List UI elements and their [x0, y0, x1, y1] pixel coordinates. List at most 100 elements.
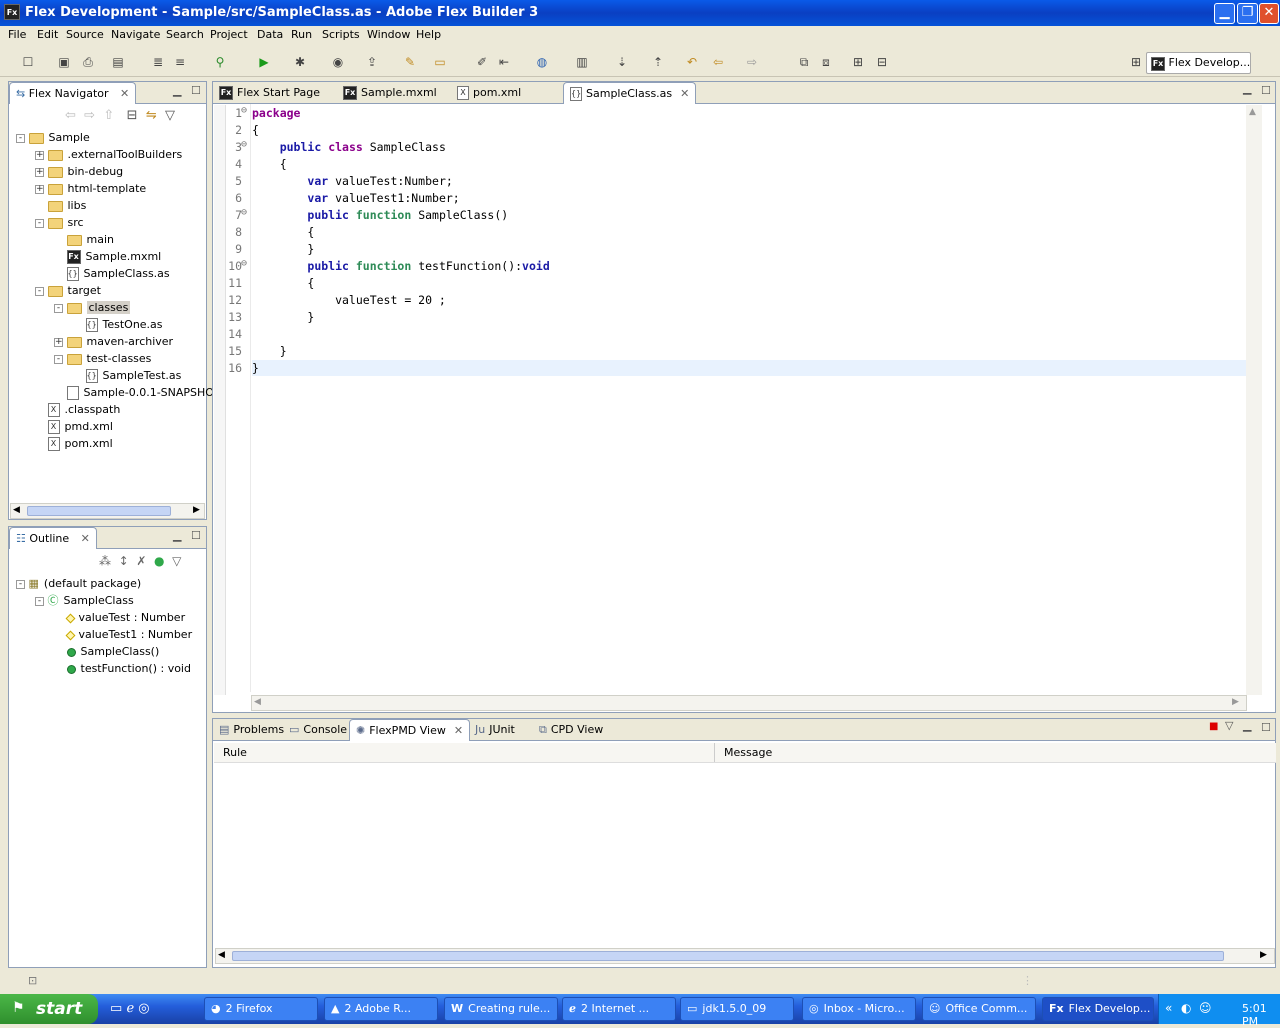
- toggle-icon[interactable]: ⧈: [818, 54, 834, 70]
- save-icon[interactable]: ▣: [56, 54, 72, 70]
- outline-item[interactable]: testFunction() : void: [54, 661, 191, 677]
- ie-icon[interactable]: ℯ: [126, 1001, 134, 1016]
- code-line[interactable]: valueTest = 20 ;: [252, 293, 446, 307]
- tray-icon[interactable]: ◐: [1181, 1001, 1191, 1015]
- tab-pom-xml[interactable]: Xpom.xml: [451, 82, 527, 104]
- scroll-up-icon[interactable]: ▲: [1249, 107, 1256, 117]
- tab-flex-navigator[interactable]: ⇆ Flex Navigator ✕: [9, 82, 137, 104]
- fold-icon[interactable]: ⊖: [241, 258, 247, 269]
- navigator-item[interactable]: - Sample: [16, 130, 90, 146]
- expand-icon[interactable]: +: [35, 150, 44, 160]
- collapse-icon[interactable]: -: [54, 303, 63, 313]
- maximize-icon[interactable]: ☐: [191, 84, 201, 97]
- collapse-icon[interactable]: -: [16, 133, 25, 143]
- app-icon[interactable]: Fx: [4, 4, 20, 20]
- navigator-item[interactable]: - classes: [54, 300, 131, 316]
- run-icon[interactable]: ▶: [256, 54, 272, 70]
- restore-button[interactable]: ❐: [1237, 3, 1258, 24]
- collapse-icon[interactable]: ⊟: [874, 54, 890, 70]
- link-icon[interactable]: ⇤: [496, 54, 512, 70]
- link-editor-icon[interactable]: ⇋: [146, 108, 157, 123]
- open-resource-icon[interactable]: ▭: [432, 54, 448, 70]
- minimize-icon[interactable]: ▁: [1243, 719, 1251, 732]
- scroll-left-icon[interactable]: ◀: [13, 505, 20, 515]
- code-line[interactable]: var valueTest:Number;: [252, 174, 452, 188]
- outline-item[interactable]: - ▦ (default package): [16, 576, 141, 592]
- taskbar-item[interactable]: Fx Flex Develop...: [1042, 997, 1154, 1021]
- navigator-item[interactable]: {} TestOne.as: [73, 317, 163, 333]
- notes-icon[interactable]: ▥: [574, 54, 590, 70]
- tab-outline[interactable]: ☷ Outline ✕: [9, 527, 97, 549]
- collapse-icon[interactable]: -: [54, 354, 63, 364]
- globe-icon[interactable]: ◍: [534, 54, 550, 70]
- scroll-thumb[interactable]: [232, 951, 1224, 961]
- navigator-hscrollbar[interactable]: ◀ ▶: [10, 503, 205, 519]
- code-line[interactable]: }: [252, 344, 287, 358]
- view-menu-icon[interactable]: ▽: [172, 554, 181, 568]
- code-line[interactable]: }: [252, 242, 314, 256]
- collapse-icon[interactable]: -: [16, 579, 25, 589]
- menu-window[interactable]: Window: [367, 28, 410, 41]
- expand-icon[interactable]: +: [35, 184, 44, 194]
- menu-project[interactable]: Project: [210, 28, 248, 41]
- scroll-right-icon[interactable]: ▶: [193, 505, 200, 515]
- up-icon[interactable]: ⇧: [103, 108, 114, 123]
- navigator-item[interactable]: - src: [35, 215, 84, 231]
- tab-sample-mxml[interactable]: Fx Sample.mxml: [337, 82, 443, 104]
- minimize-icon[interactable]: ▁: [173, 529, 181, 542]
- debug-icon[interactable]: ✱: [292, 54, 308, 70]
- scroll-right-icon[interactable]: ▶: [1232, 697, 1239, 707]
- navigator-item[interactable]: main: [54, 232, 114, 248]
- minimize-icon[interactable]: ▁: [173, 84, 181, 97]
- expand-icon[interactable]: ⊞: [850, 54, 866, 70]
- navigator-item[interactable]: Xpom.xml: [35, 436, 113, 452]
- scroll-thumb[interactable]: [27, 506, 171, 516]
- tab-sampleclass-as[interactable]: {} SampleClass.as ✕: [563, 82, 697, 104]
- expand-icon[interactable]: +: [54, 337, 63, 347]
- hide-fields-icon[interactable]: ⁂: [99, 554, 111, 568]
- forward-icon[interactable]: ⇨: [744, 54, 760, 70]
- menu-search[interactable]: Search: [166, 28, 204, 41]
- open-type-icon[interactable]: ✎: [402, 54, 418, 70]
- tab-flex-start-page[interactable]: Fx Flex Start Page: [213, 82, 326, 104]
- tab-junit[interactable]: Ju JUnit: [469, 719, 521, 741]
- close-button[interactable]: ✕: [1259, 3, 1279, 24]
- navigator-item[interactable]: {} SampleTest.as: [73, 368, 181, 384]
- navigator-item[interactable]: {} SampleClass.as: [54, 266, 170, 282]
- column-message[interactable]: Message: [724, 746, 772, 759]
- next-annotation-icon[interactable]: ⇣: [614, 54, 630, 70]
- code-line[interactable]: public class SampleClass: [252, 140, 446, 154]
- stop-icon[interactable]: ■: [1209, 721, 1218, 732]
- scroll-right-icon[interactable]: ▶: [1260, 950, 1267, 960]
- menu-source[interactable]: Source: [66, 28, 104, 41]
- taskbar-item[interactable]: W Creating rule...: [444, 997, 558, 1021]
- outline-item[interactable]: valueTest : Number: [54, 610, 185, 626]
- fast-view-icon[interactable]: ⊡: [28, 974, 37, 987]
- outdent-icon[interactable]: ≡: [172, 54, 188, 70]
- messenger-icon[interactable]: ☺: [1199, 1001, 1212, 1015]
- collapse-icon[interactable]: -: [35, 596, 44, 606]
- code-line[interactable]: public function testFunction():void: [252, 259, 549, 273]
- clock[interactable]: 5:01 PM: [1242, 1002, 1280, 1028]
- close-tab-icon[interactable]: ✕: [680, 87, 689, 100]
- new-icon[interactable]: ☐: [20, 54, 36, 70]
- code-line[interactable]: var valueTest1:Number;: [252, 191, 459, 205]
- menu-navigate[interactable]: Navigate: [111, 28, 160, 41]
- code-line[interactable]: public function SampleClass(): [252, 208, 508, 222]
- navigator-item[interactable]: - test-classes: [54, 351, 151, 367]
- code-line[interactable]: }: [252, 361, 259, 375]
- close-tab-icon[interactable]: ✕: [81, 532, 90, 545]
- navigator-item[interactable]: + maven-archiver: [54, 334, 173, 350]
- taskbar-item[interactable]: ◎ Inbox - Micro...: [802, 997, 916, 1021]
- column-divider[interactable]: [714, 743, 715, 762]
- open-perspective-icon[interactable]: ⊞: [1128, 54, 1144, 70]
- maximize-icon[interactable]: ☐: [1261, 721, 1271, 734]
- tab-flexpmd-view[interactable]: ✺ FlexPMD View ✕: [349, 719, 471, 741]
- outlook-icon[interactable]: ◎: [138, 1001, 149, 1016]
- taskbar-item[interactable]: ☺ Office Comm...: [922, 997, 1036, 1021]
- tab-cpd-view[interactable]: ⧉ CPD View: [533, 719, 609, 741]
- taskbar-item[interactable]: ◕ 2 Firefox: [204, 997, 318, 1021]
- print-icon[interactable]: ⎙: [80, 54, 96, 70]
- menu-edit[interactable]: Edit: [37, 28, 58, 41]
- navigator-item[interactable]: + html-template: [35, 181, 146, 197]
